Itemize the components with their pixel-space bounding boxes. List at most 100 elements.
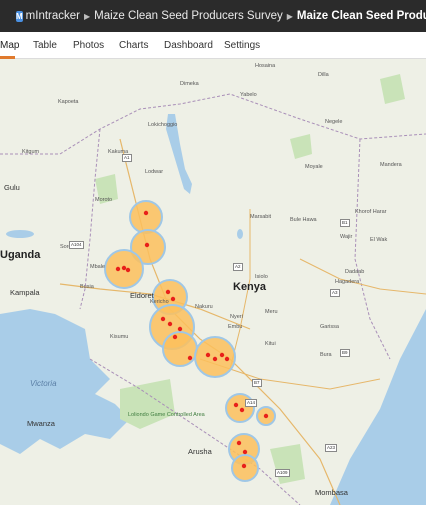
road-shield: A2 [233,263,243,271]
tab-dashboard[interactable]: Dashboard [164,32,213,59]
survey-point[interactable] [205,352,211,358]
label-town: Negele [325,119,343,125]
survey-point[interactable] [239,407,245,413]
label-town: Khorof Harar [355,209,387,215]
label-arusha: Arusha [188,447,212,456]
label-town: Kapoeta [58,99,79,105]
survey-point[interactable] [144,242,150,248]
label-kenya: Kenya [233,281,267,293]
label-town: El Wak [370,237,388,243]
survey-point[interactable] [167,321,173,327]
survey-point[interactable] [170,296,176,302]
lake-kyoga [6,230,34,238]
tab-photos[interactable]: Photos [73,32,104,59]
label-town: Kitgum [22,149,40,155]
label-kampala: Kampala [10,288,40,297]
label-town: Nyeri [230,314,243,320]
label-town: Meru [265,309,278,315]
label-town: Kericho [150,299,169,305]
survey-point[interactable] [233,402,239,408]
breadcrumb-separator-icon: ▶ [84,11,91,21]
label-town: Hosaina [255,63,276,69]
park-area [120,379,175,429]
road-shield: A109 [275,469,290,477]
label-mwanza: Mwanza [27,419,55,428]
indian-ocean [330,309,426,505]
label-town: Embu [228,324,243,330]
label-town: Busia [80,284,94,290]
map-canvas[interactable]: Kenya Uganda Victoria Kampala Eldoret Mw… [0,59,426,505]
heatmap-cluster [129,200,163,234]
label-town: Bule Hawa [290,217,317,223]
label-town: Moroto [95,197,113,203]
breadcrumb-current: Maize Clean Seed Producer Survey [296,10,426,22]
label-town: Lokichoggio [148,122,178,128]
label-victoria: Victoria [30,379,57,388]
road-shield: A3 [330,289,340,297]
road-shield: B9 [340,349,350,357]
border-uganda-kenya [79,128,101,310]
survey-point[interactable] [224,356,230,362]
survey-point[interactable] [241,463,247,469]
label-town: Yabelo [240,92,257,98]
park-area [270,444,305,484]
label-gulu: Gulu [4,183,20,192]
survey-point[interactable] [125,267,131,273]
tab-map[interactable]: Map [0,32,19,59]
small-lake [237,229,243,239]
road-shield: A1 [122,154,132,162]
label-town: Lodwar [145,169,164,175]
label-town: Nakuru [195,304,213,310]
survey-point[interactable] [219,352,225,358]
label-town: Bura [320,352,332,358]
park-area [290,134,312,159]
survey-point[interactable] [263,413,269,419]
survey-point[interactable] [242,449,248,455]
tab-bar: Map Table Photos Charts Dashboard Settin… [0,32,426,59]
heatmap-cluster [162,331,198,367]
tab-table[interactable]: Table [33,32,57,59]
lake-victoria [0,309,130,454]
road-shield: A104 [69,241,84,249]
label-town: Mbale [90,264,105,270]
label-town: Isiolo [255,274,268,280]
label-mombasa: Mombasa [315,488,348,497]
label-town: Marsabit [250,214,272,220]
heatmap-cluster [231,454,259,482]
survey-point[interactable] [143,210,149,216]
label-town: Kisumu [110,334,129,340]
border-kenya-tanzania [89,358,301,505]
app-logo-icon[interactable]: M [16,10,23,22]
label-town: Dimeka [180,81,199,87]
breadcrumb-survey-group[interactable]: Maize Clean Seed Producers Survey [94,10,283,22]
label-town: Mandera [380,162,402,168]
road-shield: B7 [252,379,262,387]
label-town: Wajir [340,234,353,240]
survey-point[interactable] [212,356,218,362]
label-game-area: Loliondo Game Controlled Area [128,412,205,418]
road-shield: A14 [245,399,258,407]
tab-settings[interactable]: Settings [224,32,260,59]
survey-point[interactable] [236,440,242,446]
survey-point[interactable] [115,266,121,272]
road-shield: B1 [340,219,350,227]
survey-point[interactable] [187,355,193,361]
tab-charts[interactable]: Charts [119,32,148,59]
breadcrumb-app[interactable]: mIntracker [26,10,80,22]
survey-point[interactable] [165,289,171,295]
survey-point[interactable] [121,265,127,271]
map-basemap [0,74,426,505]
label-town: Dadaab [345,269,365,275]
label-town: Hagadera [335,279,360,285]
label-uganda: Uganda [0,249,41,261]
survey-point[interactable] [160,316,166,322]
road-shield: A23 [325,444,338,452]
survey-point[interactable] [172,334,178,340]
label-town: Moyale [305,164,323,170]
road [299,258,426,295]
label-town: Kitui [265,341,276,347]
label-town: Dilla [318,72,329,78]
survey-point[interactable] [177,326,183,332]
breadcrumb-separator-icon: ▶ [286,11,293,21]
border-kenya-somalia [354,138,391,360]
